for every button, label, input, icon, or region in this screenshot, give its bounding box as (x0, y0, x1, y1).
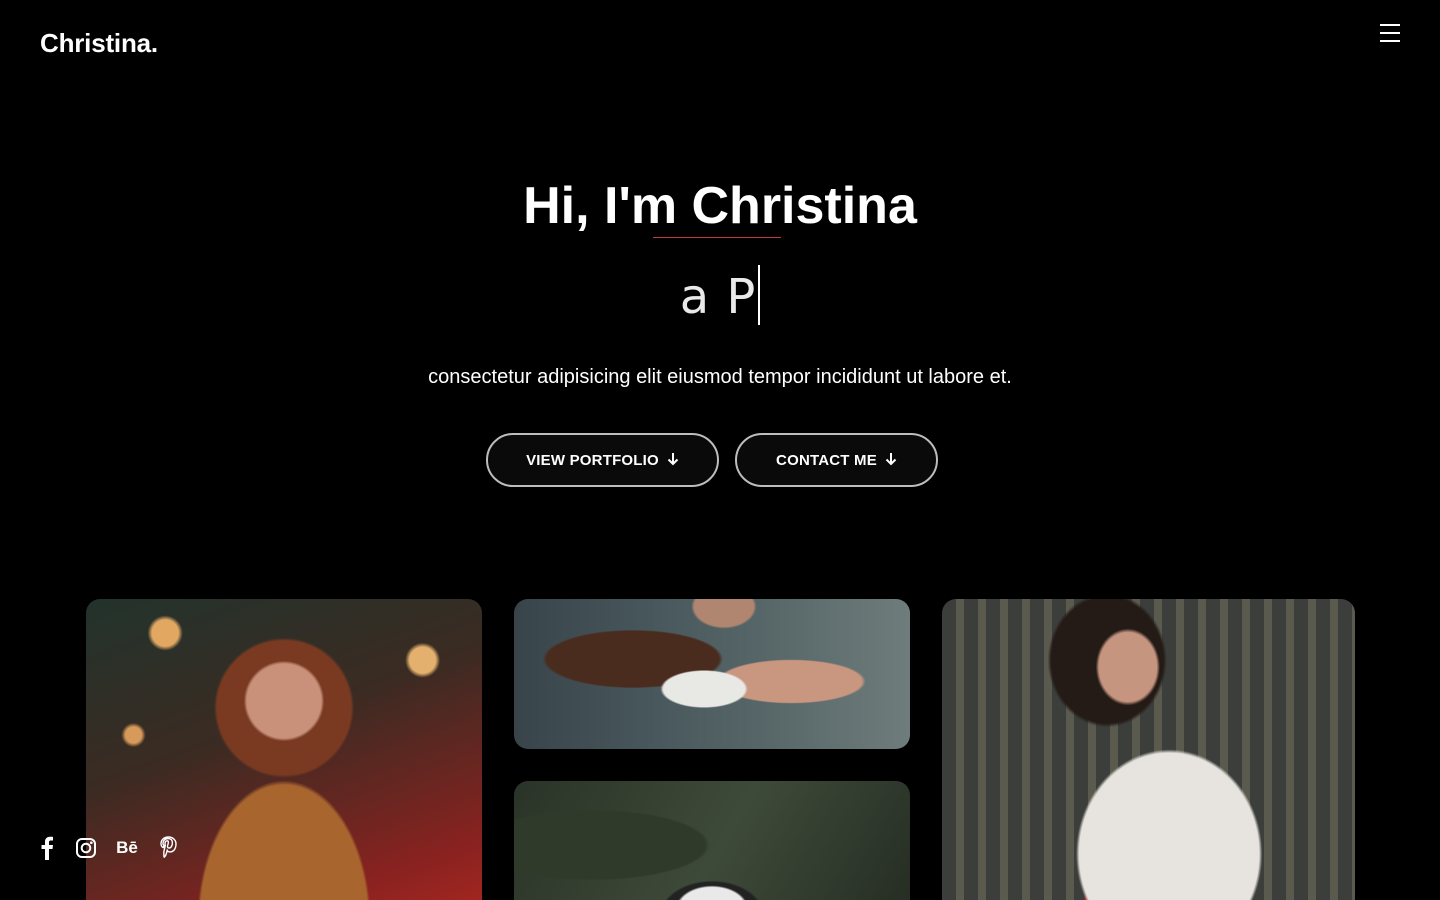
hero-buttons: VIEW PORTFOLIO CONTACT ME (0, 433, 1440, 487)
view-portfolio-button[interactable]: VIEW PORTFOLIO (486, 433, 719, 487)
hamburger-menu-button[interactable] (1378, 22, 1402, 44)
site-logo[interactable]: Christina. (40, 28, 158, 59)
portfolio-image-woman-white-top[interactable] (514, 599, 910, 749)
pinterest-icon[interactable] (157, 835, 179, 861)
hero-section: Hi, I'm Christina a P consectetur adipis… (0, 170, 1440, 392)
arrow-down-icon (885, 452, 897, 469)
hero-title: Hi, I'm Christina (523, 170, 917, 242)
typing-cursor (758, 265, 761, 325)
menu-line-icon (1380, 40, 1400, 42)
contact-me-button[interactable]: CONTACT ME (735, 433, 938, 487)
portfolio-image-woman-bandana[interactable] (514, 781, 910, 900)
view-portfolio-label: VIEW PORTFOLIO (526, 451, 659, 469)
portfolio-image-woman-embroidered-blouse[interactable] (942, 599, 1355, 900)
behance-icon[interactable]: Bē (114, 835, 140, 861)
typed-role: a P (0, 262, 1440, 332)
social-links: Bē (36, 834, 196, 862)
facebook-icon[interactable] (36, 835, 58, 861)
menu-line-icon (1380, 32, 1400, 34)
typed-text: a P (679, 269, 757, 325)
instagram-icon[interactable] (75, 835, 97, 861)
hero-title-text: Hi, I'm Christina (523, 177, 917, 235)
page: Christina. Hi, I'm Christina a P consect… (0, 0, 1440, 900)
arrow-down-icon (667, 452, 679, 469)
hero-tagline: consectetur adipisicing elit eiusmod tem… (428, 366, 1012, 388)
contact-me-label: CONTACT ME (776, 451, 877, 469)
menu-line-icon (1380, 24, 1400, 26)
behance-label: Bē (116, 838, 138, 857)
title-underline (653, 237, 782, 238)
